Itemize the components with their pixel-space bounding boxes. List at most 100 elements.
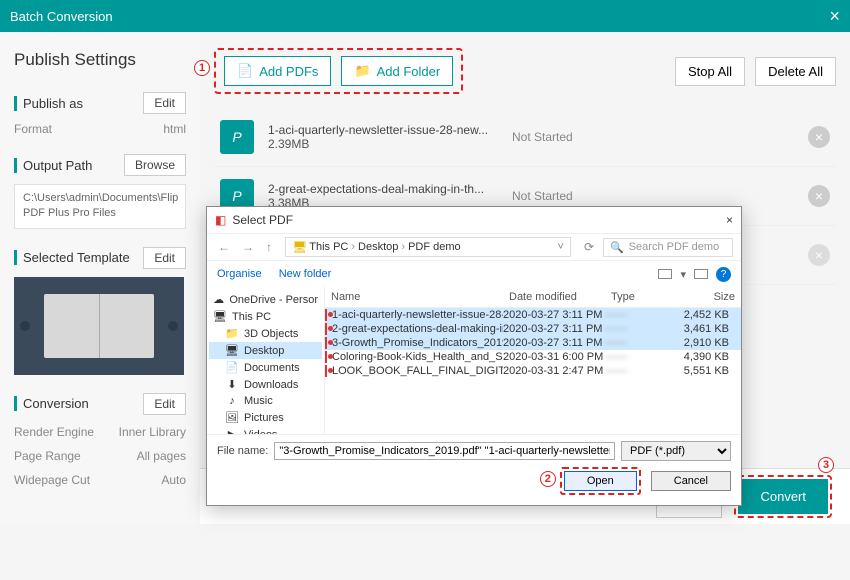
dialog-title: Select PDF — [232, 213, 293, 227]
tree-item[interactable]: ▶Videos — [209, 426, 322, 434]
conversion-title: Conversion — [14, 396, 89, 411]
nav-up-icon[interactable]: ↑ — [263, 240, 275, 254]
tree-item[interactable]: ⬇Downloads — [209, 376, 322, 393]
tree-item[interactable]: 📁3D Objects — [209, 325, 322, 342]
stop-all-button[interactable]: Stop All — [675, 57, 745, 86]
close-icon[interactable]: × — [829, 6, 840, 27]
file-row[interactable]: 1-aci-quarterly-newsletter-issue-28-new.… — [325, 308, 741, 322]
file-row[interactable]: Coloring-Book-Kids_Health_and_Safety-...… — [325, 350, 741, 364]
dialog-cancel-button[interactable]: Cancel — [651, 471, 731, 491]
pdf-file-icon — [325, 337, 327, 349]
chevron-down-icon[interactable]: ▾ — [680, 268, 686, 281]
add-folder-button[interactable]: 📁Add Folder — [341, 56, 453, 86]
pdf-file-icon — [325, 309, 327, 321]
pdf-file-icon — [325, 351, 327, 363]
output-path-value: C:\Users\admin\Documents\Flip PDF Plus P… — [14, 184, 186, 229]
file-status: Not Started — [512, 189, 794, 203]
annotation-3: 3 — [818, 457, 834, 473]
refresh-icon[interactable]: ⟳ — [581, 240, 597, 254]
view-details-icon[interactable] — [658, 269, 672, 279]
tree-item[interactable]: 🖥Desktop — [209, 342, 322, 359]
help-icon[interactable]: ? — [716, 267, 731, 282]
conv-val: Auto — [161, 473, 186, 487]
file-size: 2.39MB — [268, 137, 498, 151]
view-preview-icon[interactable] — [694, 269, 708, 279]
filename-input[interactable] — [274, 442, 615, 460]
pdf-file-icon — [325, 323, 327, 335]
pdf-icon: P — [220, 120, 254, 154]
remove-file-icon[interactable]: × — [808, 185, 830, 207]
sidebar: Publish Settings Publish as Edit Format … — [0, 32, 200, 524]
annotation-1: 1 — [194, 60, 210, 76]
search-icon: 🔍 — [610, 241, 624, 254]
column-headers[interactable]: Name Date modified Type Size — [325, 287, 741, 308]
pdf-file-icon — [325, 365, 327, 377]
window-title: Batch Conversion — [10, 9, 113, 24]
file-row[interactable]: 3-Growth_Promise_Indicators_2019.pdf2020… — [325, 336, 741, 350]
organise-menu[interactable]: Organise — [217, 268, 262, 280]
tree-item[interactable]: ♪Music — [209, 393, 322, 409]
remove-file-icon[interactable]: × — [808, 244, 830, 266]
format-value: html — [163, 122, 186, 136]
nav-back-icon[interactable]: ← — [215, 240, 233, 254]
tree-icon: ⬇ — [225, 378, 239, 391]
tree-item[interactable]: 🖼Pictures — [209, 409, 322, 426]
remove-file-icon[interactable]: × — [808, 126, 830, 148]
new-folder-button[interactable]: New folder — [279, 268, 332, 280]
filename-label: File name: — [217, 445, 268, 457]
annotation-2: 2 — [540, 471, 556, 487]
template-title: Selected Template — [14, 250, 130, 265]
browse-button[interactable]: Browse — [124, 154, 186, 176]
crumb-part[interactable]: This PC — [309, 241, 348, 253]
tree-icon: 🖥 — [213, 310, 227, 323]
conv-key: Page Range — [14, 449, 81, 463]
publish-as-title: Publish as — [14, 96, 83, 111]
output-path-title: Output Path — [14, 158, 92, 173]
tree-icon: 🖥 — [225, 344, 239, 357]
add-buttons-group: 1 📄Add PDFs 📁Add Folder — [214, 48, 463, 94]
conv-key: Render Engine — [14, 425, 94, 439]
file-row[interactable]: LOOK_BOOK_FALL_FINAL_DIGITAL.pdf2020-03-… — [325, 364, 741, 378]
convert-button[interactable]: Convert — [738, 479, 828, 514]
tree-icon: 📄 — [225, 361, 239, 374]
file-row[interactable]: 2-great-expectations-deal-making-in-th..… — [325, 322, 741, 336]
tree-item[interactable]: 📄Documents — [209, 359, 322, 376]
template-edit-button[interactable]: Edit — [143, 247, 186, 269]
tree-icon: 📁 — [225, 327, 239, 340]
tree-icon: 🖼 — [225, 411, 239, 424]
file-name: 1-aci-quarterly-newsletter-issue-28-new.… — [268, 123, 498, 137]
conv-key: Widepage Cut — [14, 473, 90, 487]
folder-icon: 🖥 — [292, 240, 307, 254]
folder-plus-icon: 📁 — [354, 63, 370, 79]
select-pdf-dialog: ◧ Select PDF × ← → ↑ 🖥 This PC›Desktop›PD… — [206, 206, 742, 506]
folder-tree: ☁OneDrive - Persor🖥This PC📁3D Objects🖥De… — [207, 287, 325, 434]
file-status: Not Started — [512, 130, 794, 144]
conv-val: All pages — [137, 449, 186, 463]
conversion-edit-button[interactable]: Edit — [143, 393, 186, 415]
window-titlebar: Batch Conversion × — [0, 0, 850, 32]
file-filter-select[interactable]: PDF (*.pdf) — [621, 441, 731, 461]
open-button[interactable]: Open — [564, 471, 637, 491]
nav-forward-icon[interactable]: → — [239, 240, 257, 254]
delete-all-button[interactable]: Delete All — [755, 57, 836, 86]
search-input[interactable]: 🔍 Search PDF demo — [603, 238, 733, 257]
sidebar-heading: Publish Settings — [14, 50, 186, 70]
dialog-close-icon[interactable]: × — [726, 213, 733, 227]
breadcrumb[interactable]: 🖥 This PC›Desktop›PDF demo ˅ — [285, 237, 571, 257]
file-item[interactable]: P 1-aci-quarterly-newsletter-issue-28-new… — [214, 108, 836, 167]
file-plus-icon: 📄 — [237, 63, 253, 79]
tree-item[interactable]: 🖥This PC — [209, 308, 322, 325]
chevron-down-icon[interactable]: ˅ — [558, 241, 564, 253]
tree-item[interactable]: ☁OneDrive - Persor — [209, 291, 322, 308]
tree-icon: ☁ — [213, 293, 224, 306]
conv-val: Inner Library — [119, 425, 186, 439]
crumb-part[interactable]: PDF demo — [408, 241, 461, 253]
dialog-icon: ◧ — [215, 213, 226, 227]
format-label: Format — [14, 122, 52, 136]
add-pdfs-button[interactable]: 📄Add PDFs — [224, 56, 331, 86]
file-name: 2-great-expectations-deal-making-in-th..… — [268, 182, 498, 196]
publish-as-edit-button[interactable]: Edit — [143, 92, 186, 114]
crumb-part[interactable]: Desktop — [358, 241, 398, 253]
tree-icon: ♪ — [225, 395, 239, 407]
template-thumbnail[interactable] — [14, 277, 184, 375]
